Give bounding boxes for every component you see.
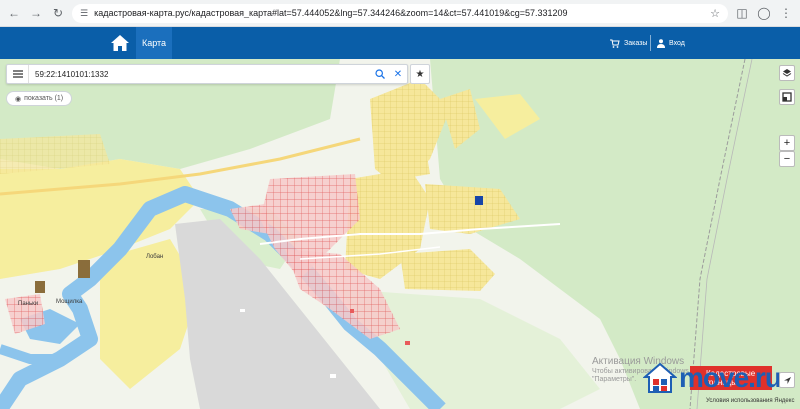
zoom-out-button[interactable]: − xyxy=(779,151,795,167)
village-label-moshchilka: Мощилка xyxy=(56,299,83,305)
locate-arrow-icon[interactable] xyxy=(779,372,795,388)
village-label-pashkovo: Паньки xyxy=(18,301,39,307)
favorite-star-icon[interactable]: ★ xyxy=(410,64,430,84)
house-logo-icon xyxy=(643,362,677,393)
orders-button[interactable]: Заказы xyxy=(610,27,647,59)
clear-icon[interactable]: ✕ xyxy=(389,65,407,83)
address-bar[interactable]: ☰ кадастровая-карта.рус/кадастровая_карт… xyxy=(72,3,728,23)
parcel-cluster xyxy=(395,144,430,179)
tab-map[interactable]: Карта xyxy=(136,27,172,59)
village-label-lobvan: Лобан xyxy=(146,254,164,260)
cadastral-search-input[interactable] xyxy=(29,65,371,83)
profile-icon[interactable]: ◯ xyxy=(756,5,772,21)
zoom-in-button[interactable]: + xyxy=(779,135,795,151)
home-icon[interactable] xyxy=(108,31,132,55)
logo-text: move.ru xyxy=(679,362,782,393)
login-label: Вход xyxy=(669,39,685,47)
user-icon xyxy=(657,38,665,48)
search-icon[interactable] xyxy=(371,65,389,83)
select-area-icon[interactable] xyxy=(779,89,795,105)
menu-icon[interactable] xyxy=(7,65,29,83)
cart-icon xyxy=(610,39,620,48)
login-button[interactable]: Вход xyxy=(657,27,685,59)
show-results-button[interactable]: ◉ показать (1) xyxy=(6,91,73,106)
more-menu-icon[interactable]: ⋮ xyxy=(778,5,794,21)
bookmark-star-icon[interactable]: ☆ xyxy=(710,7,720,20)
selected-parcel[interactable] xyxy=(475,196,483,205)
header-divider xyxy=(650,35,651,51)
show-results-label: показать (1) xyxy=(24,95,64,102)
search-bar: ✕ xyxy=(6,64,408,84)
url-text: кадастровая-карта.рус/кадастровая_карта#… xyxy=(94,8,568,18)
orders-label: Заказы xyxy=(624,39,648,47)
forward-arrow-icon[interactable]: → xyxy=(28,5,44,21)
map-attribution[interactable]: Условия использования Яндекс xyxy=(706,398,794,404)
layers-icon[interactable] xyxy=(779,65,795,81)
site-settings-icon[interactable]: ☰ xyxy=(80,8,88,19)
eye-icon: ◉ xyxy=(15,95,22,103)
app-header: Карта Заказы Вход xyxy=(0,27,800,59)
move-ru-logo: move.ru xyxy=(643,362,782,394)
browser-bar: ← → ↻ ☰ кадастровая-карта.рус/кадастрова… xyxy=(0,0,800,27)
brown-parcel xyxy=(35,281,45,293)
brown-parcel xyxy=(78,260,90,278)
reload-icon[interactable]: ↻ xyxy=(50,5,66,21)
back-arrow-icon[interactable]: ← xyxy=(6,5,22,21)
extensions-icon[interactable]: ◫ xyxy=(734,5,750,21)
